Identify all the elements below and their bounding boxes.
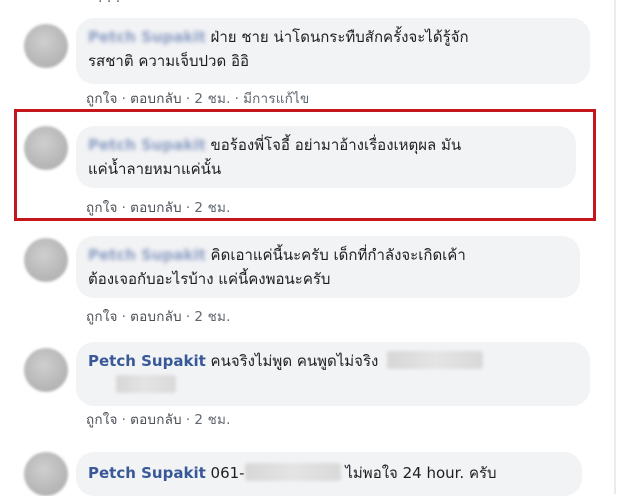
- timestamp[interactable]: 2 ชม.: [194, 309, 230, 325]
- comment-actions: ถูกใจ · ตอบกลับ · 2 ชม. · มีการแก้ไข: [86, 87, 309, 109]
- comment-text-line: ฝ่าย ชาย น่าโดนกระทืบสักครั้งจะได้รู้จัก: [210, 28, 469, 46]
- timestamp[interactable]: 2 ชม.: [194, 412, 230, 428]
- reply-link[interactable]: ตอบกลับ: [130, 309, 182, 325]
- comment-actions: ถูกใจ · ตอบกลับ · 2 ชม.: [86, 305, 231, 327]
- comment-text-line: คนจริงไม่พูด คนพูดไม่จริง: [210, 352, 379, 370]
- comment-actions: ถูกใจ · ตอบกลับ · 2 ชม.: [86, 408, 231, 430]
- avatar[interactable]: [24, 348, 68, 392]
- comment-bubble: Petch Supakit 061- ไม่พอใจ 24 hour. ครับ: [76, 452, 582, 496]
- separator: ·: [185, 91, 191, 107]
- like-link[interactable]: ถูกใจ: [86, 412, 118, 428]
- separator: ·: [185, 412, 191, 428]
- like-link[interactable]: ถูกใจ: [86, 91, 118, 107]
- comment-bubble: Petch Supakit คนจริงไม่พูด คนพูดไม่จริง: [76, 342, 590, 406]
- comment-text-line: ไม่พอใจ 24 hour. ครับ: [345, 464, 497, 482]
- comment-text-line: ต้องเจอกับอะไรบ้าง แค่นี้คงพอนะครับ: [88, 270, 331, 288]
- highlight-annotation-box: [14, 109, 596, 221]
- redacted-text: [244, 463, 341, 481]
- edited-label[interactable]: มีการแก้ไข: [243, 91, 309, 107]
- author-name[interactable]: Petch Supakit: [88, 28, 206, 46]
- separator: ·: [121, 91, 127, 107]
- separator: ·: [185, 309, 191, 325]
- reply-link[interactable]: ตอบกลับ: [130, 91, 182, 107]
- reply-link[interactable]: ตอบกลับ: [130, 412, 182, 428]
- separator: ·: [121, 412, 127, 428]
- comment-text-line: รสชาติ ความเจ็บปวด อิอิ: [88, 52, 250, 70]
- comment-bubble: Petch Supakit คิดเอาแค่นี้นะครับ เด็กที่…: [76, 236, 580, 298]
- separator: ·: [121, 309, 127, 325]
- panel-edge: [614, 0, 616, 494]
- separator: ·: [234, 91, 240, 107]
- redacted-text: [387, 351, 484, 369]
- timestamp[interactable]: 2 ชม.: [194, 91, 230, 107]
- comment-text-line: คิดเอาแค่นี้นะครับ เด็กที่กำลังจะเกิดเค้…: [210, 246, 466, 264]
- comment-bubble: Petch Supakit ฝ่าย ชาย น่าโดนกระทืบสักคร…: [76, 18, 590, 84]
- avatar[interactable]: [24, 452, 68, 496]
- author-name[interactable]: Petch Supakit: [88, 352, 206, 370]
- like-link[interactable]: ถูกใจ: [86, 309, 118, 325]
- phone-prefix: 061-: [210, 464, 245, 482]
- redacted-text: [116, 375, 176, 393]
- previous-comment-actions-fragment: · · ·: [98, 0, 121, 10]
- author-name[interactable]: Petch Supakit: [88, 246, 206, 264]
- avatar[interactable]: [24, 24, 68, 68]
- avatar[interactable]: [24, 238, 68, 282]
- author-name[interactable]: Petch Supakit: [88, 464, 206, 482]
